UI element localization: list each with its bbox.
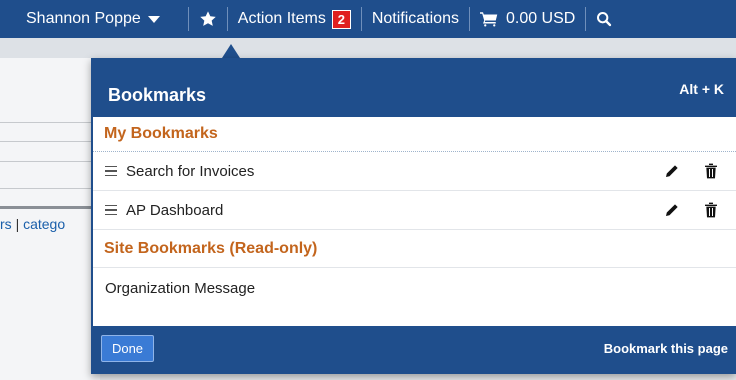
bookmark-actions <box>664 202 718 218</box>
user-name: Shannon Poppe <box>26 10 141 27</box>
bookmark-row[interactable]: Search for Invoices <box>93 152 736 191</box>
bookmark-row[interactable]: AP Dashboard <box>93 191 736 230</box>
popover-footer: Done Bookmark this page <box>93 326 736 372</box>
bookmark-label[interactable]: Search for Invoices <box>126 163 254 180</box>
notifications-link[interactable]: Notifications <box>362 0 469 38</box>
trash-icon[interactable] <box>704 202 718 218</box>
page-toolbar-strip <box>0 38 736 58</box>
caret-down-icon <box>147 15 160 23</box>
page-link[interactable]: catego <box>23 216 65 232</box>
bookmark-this-page-link[interactable]: Bookmark this page <box>604 341 728 356</box>
site-bookmark-label[interactable]: Organization Message <box>105 280 255 297</box>
my-bookmarks-title: My Bookmarks <box>93 117 736 152</box>
action-items-label: Action Items <box>237 10 326 27</box>
bookmark-actions <box>664 163 718 179</box>
done-button[interactable]: Done <box>101 335 154 362</box>
popover-header: Bookmarks Alt + K <box>93 60 736 117</box>
page-divider <box>0 188 96 189</box>
notifications-label: Notifications <box>371 10 459 27</box>
action-items-link[interactable]: Action Items 2 <box>228 0 361 38</box>
bookmarks-popover: Bookmarks Alt + K My Bookmarks Search fo… <box>91 58 736 374</box>
action-items-count-badge: 2 <box>331 9 351 29</box>
bookmarks-button[interactable] <box>189 0 227 38</box>
cart-link[interactable]: 0.00 USD <box>470 0 585 38</box>
site-bookmark-row[interactable]: Organization Message <box>93 268 736 309</box>
drag-handle-icon[interactable] <box>105 204 117 216</box>
cart-icon <box>479 12 498 27</box>
search-icon <box>597 11 612 27</box>
drag-handle-icon[interactable] <box>105 165 117 177</box>
pencil-icon[interactable] <box>664 202 680 218</box>
popover-pointer <box>222 44 240 58</box>
page-link-separator: | <box>15 216 20 232</box>
user-menu[interactable]: Shannon Poppe <box>0 0 188 38</box>
pencil-icon[interactable] <box>664 163 680 179</box>
cart-amount: 0.00 USD <box>505 10 576 27</box>
top-nav-bar: Shannon Poppe Action Items 2 Notificatio… <box>0 0 736 38</box>
page-divider <box>0 122 96 123</box>
page-link[interactable]: rs <box>0 216 12 232</box>
page-links: rs | catego <box>0 216 96 232</box>
keyboard-shortcut: Alt + K <box>679 81 724 97</box>
page-divider <box>0 161 96 162</box>
page-divider-thick <box>0 206 96 209</box>
site-bookmarks-title: Site Bookmarks (Read-only) <box>93 230 736 268</box>
popover-title: Bookmarks <box>108 85 207 105</box>
star-icon <box>200 11 216 26</box>
bookmark-label[interactable]: AP Dashboard <box>126 202 223 219</box>
page-divider <box>0 141 96 142</box>
search-button[interactable] <box>586 0 622 38</box>
trash-icon[interactable] <box>704 163 718 179</box>
